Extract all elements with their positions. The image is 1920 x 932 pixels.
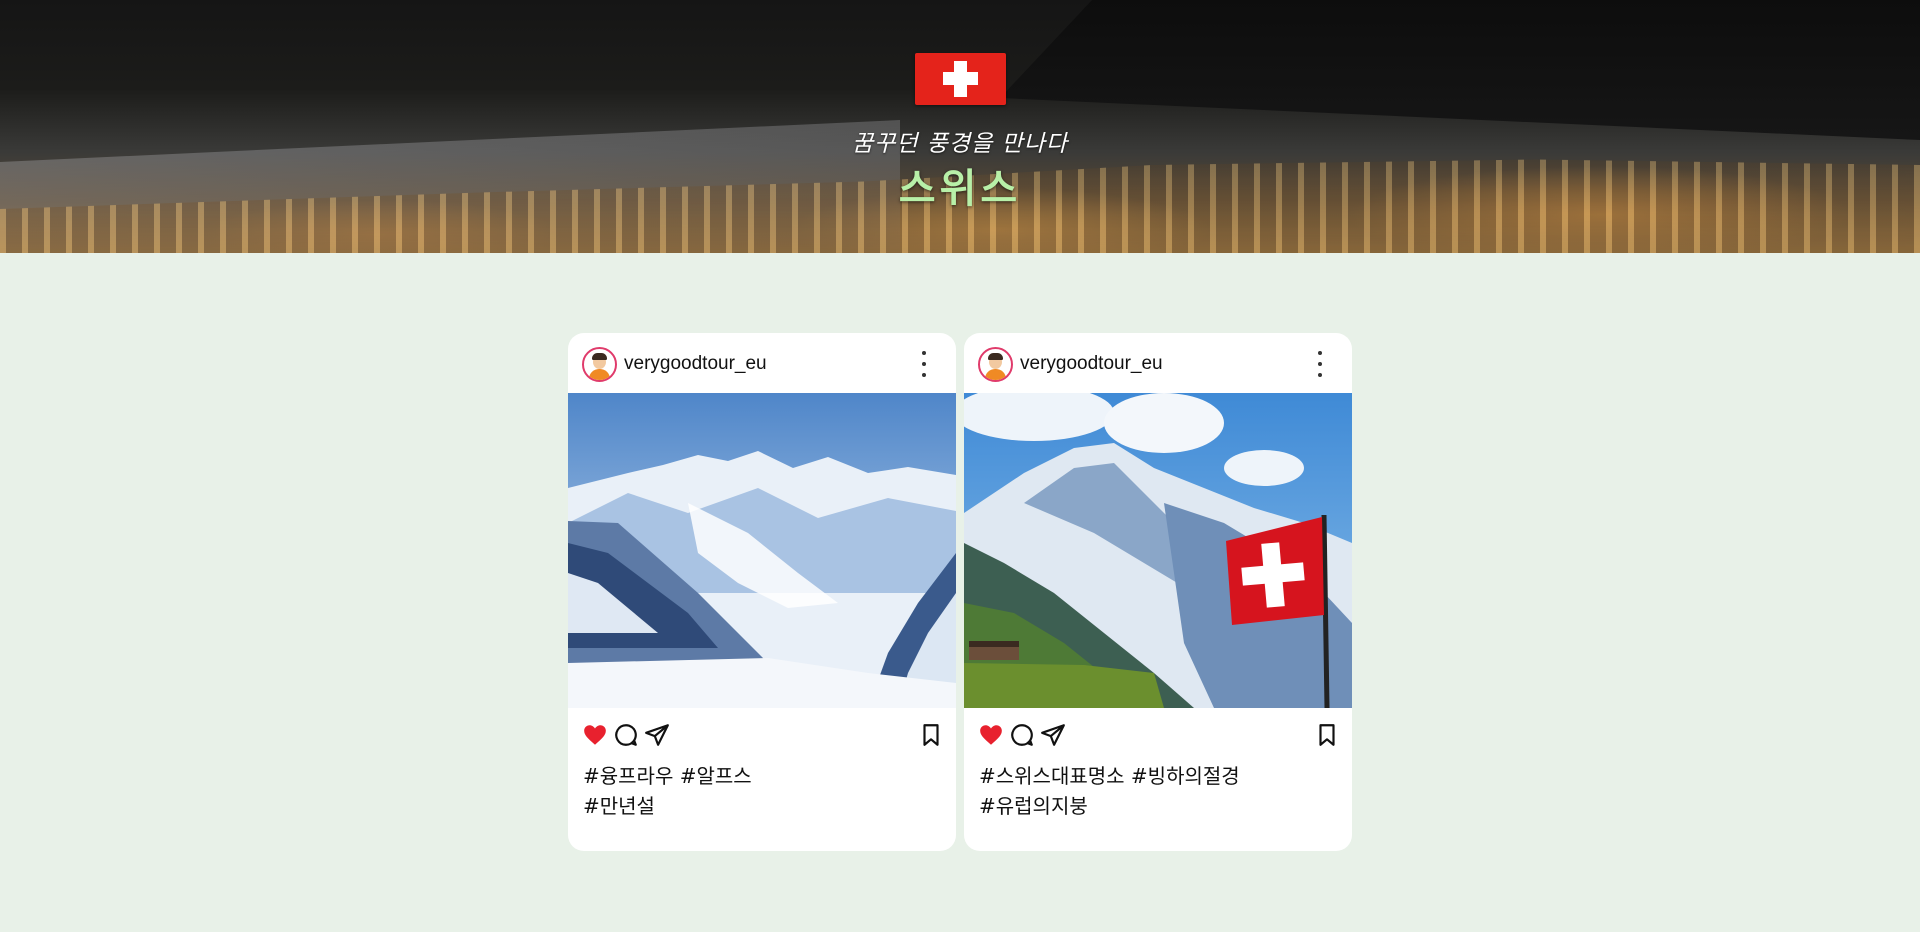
send-icon[interactable] [644, 722, 670, 748]
post-hashtags: #융프라우 #알프스 #만년설 [583, 761, 943, 821]
bookmark-icon[interactable] [1314, 722, 1340, 748]
post-hashtags: #스위스대표명소 #빙하의절경 #유럽의지붕 [979, 761, 1339, 821]
hashtag-line[interactable]: #융프라우 #알프스 [583, 761, 943, 791]
more-vertical-icon[interactable] [918, 351, 930, 377]
post-header: verygoodtour_eu [568, 333, 956, 393]
hashtag-line[interactable]: #스위스대표명소 #빙하의절경 [979, 761, 1339, 791]
hero-dark-mountain [1000, 0, 1920, 140]
send-icon[interactable] [1040, 722, 1066, 748]
post-actions [964, 708, 1352, 758]
post-photo[interactable] [964, 393, 1352, 708]
username[interactable]: verygoodtour_eu [624, 353, 767, 375]
comment-icon[interactable] [1009, 722, 1035, 748]
post-card: verygoodtour_eu [568, 333, 956, 851]
avatar[interactable] [978, 347, 1013, 382]
avatar-hair [592, 353, 607, 360]
heart-icon[interactable] [978, 722, 1004, 748]
post-actions [568, 708, 956, 758]
hashtag-line[interactable]: #유럽의지붕 [979, 791, 1339, 821]
swiss-flag-icon [915, 53, 1006, 105]
more-vertical-icon[interactable] [1314, 351, 1326, 377]
avatar-body [589, 369, 610, 380]
hero-banner: 꿈꾸던 풍경을 만나다 스위스 [0, 0, 1920, 253]
username[interactable]: verygoodtour_eu [1020, 353, 1163, 375]
avatar-body [985, 369, 1006, 380]
avatar[interactable] [582, 347, 617, 382]
comment-icon[interactable] [613, 722, 639, 748]
post-list: verygoodtour_eu #융프라우 #알프스 #만년설 verygood… [568, 333, 1352, 851]
heart-icon[interactable] [582, 722, 608, 748]
post-photo[interactable] [568, 393, 956, 708]
avatar-hair [988, 353, 1003, 360]
hero-title: 스위스 [898, 166, 1022, 212]
bookmark-icon[interactable] [918, 722, 944, 748]
post-card: verygoodtour_eu [964, 333, 1352, 851]
hero-subtitle: 꿈꾸던 풍경을 만나다 [851, 131, 1069, 157]
hashtag-line[interactable]: #만년설 [583, 791, 943, 821]
post-header: verygoodtour_eu [964, 333, 1352, 393]
